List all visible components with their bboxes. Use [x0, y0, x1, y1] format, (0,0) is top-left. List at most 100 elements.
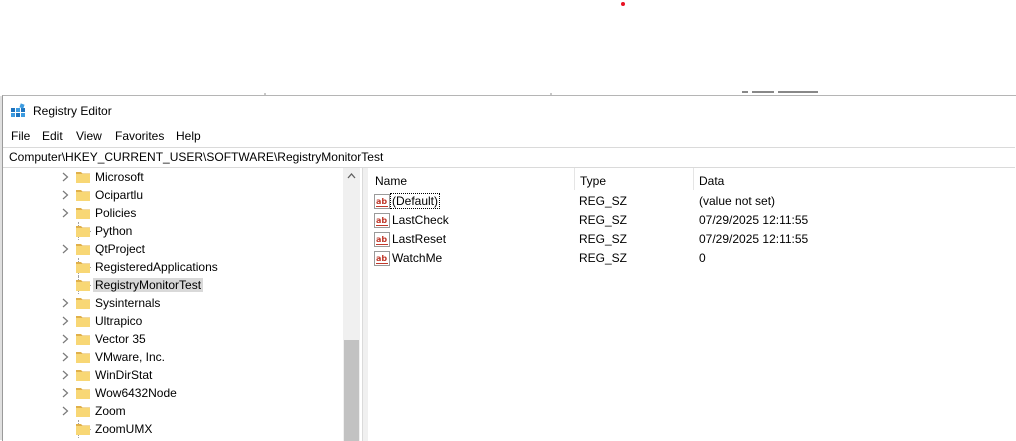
folder-icon [76, 406, 90, 417]
folder-icon [76, 424, 90, 435]
menu-help[interactable]: Help [176, 129, 201, 143]
address-path[interactable]: Computer\HKEY_CURRENT_USER\SOFTWARE\Regi… [9, 150, 383, 164]
column-header-type[interactable]: Type [574, 168, 693, 190]
background-text-fragment [742, 91, 818, 93]
tree-item-label: Ultrapico [95, 314, 143, 328]
tree-item[interactable]: Zoom [3, 402, 343, 420]
tree-item[interactable]: ZoomUMX [3, 420, 343, 438]
column-header-name-label: Name [375, 174, 408, 188]
tree-item-label: Policies [95, 206, 137, 220]
tree-item-label: WinDirStat [95, 368, 153, 382]
column-header-data[interactable]: Data [693, 168, 1015, 190]
chevron-right-icon[interactable] [61, 208, 70, 218]
chevron-right-icon[interactable] [61, 316, 70, 326]
chevron-right-icon[interactable] [61, 370, 70, 380]
address-bar[interactable]: Computer\HKEY_CURRENT_USER\SOFTWARE\Regi… [3, 147, 1015, 168]
chevron-right-icon[interactable] [61, 190, 70, 200]
folder-icon [76, 208, 90, 219]
tree-item[interactable]: RegistryMonitorTest [3, 276, 343, 294]
value-type: REG_SZ [579, 251, 628, 265]
folder-icon [76, 370, 90, 381]
value-name: LastReset [392, 232, 447, 246]
value-name: LastCheck [392, 213, 449, 227]
value-row[interactable]: ab WatchMe REG_SZ 0 [369, 249, 1015, 268]
chevron-right-icon[interactable] [61, 298, 70, 308]
tree-item[interactable]: Vector 35 [3, 330, 343, 348]
folder-icon [76, 172, 90, 183]
tree-item[interactable]: Microsoft [3, 168, 343, 186]
folder-icon [76, 352, 90, 363]
background-window-fragment [742, 84, 832, 94]
folder-icon [76, 388, 90, 399]
folder-icon [76, 262, 90, 273]
menu-edit[interactable]: Edit [42, 129, 63, 143]
svg-text:ab: ab [376, 235, 387, 244]
values-list-pane[interactable]: Name Type Data ab (Default) REG_SZ (value n… [369, 168, 1015, 441]
tree-item-label: RegistryMonitorTest [93, 278, 204, 292]
folder-icon [76, 280, 90, 291]
menu-view[interactable]: View [76, 129, 102, 143]
column-header-type-label: Type [580, 174, 607, 188]
tree-item-label: Wow6432Node [95, 386, 177, 400]
tree-item-label: RegisteredApplications [95, 260, 218, 274]
tree-item-label: VMware, Inc. [95, 350, 166, 364]
registry-editor-window: Registry Editor File Edit View Favorites… [2, 95, 1016, 441]
chevron-right-icon[interactable] [61, 334, 70, 344]
string-value-icon: ab [374, 232, 390, 247]
folder-icon [76, 316, 90, 327]
menu-file[interactable]: File [11, 129, 30, 143]
menu-bar: File Edit View Favorites Help [3, 126, 1016, 146]
string-value-icon: ab [374, 194, 390, 209]
folder-icon [76, 244, 90, 255]
tree-item[interactable]: Wow6432Node [3, 384, 343, 402]
tree-item[interactable]: RegisteredApplications [3, 258, 343, 276]
column-header-data-label: Data [699, 174, 725, 188]
tree-item[interactable]: Ocipartlu [3, 186, 343, 204]
value-row[interactable]: ab LastCheck REG_SZ 07/29/2025 12:11:55 [369, 211, 1015, 230]
title-bar[interactable]: Registry Editor [3, 96, 1016, 126]
tree-item-label: QtProject [95, 242, 146, 256]
tree-item-label: Vector 35 [95, 332, 146, 346]
tree-item[interactable]: Policies [3, 204, 343, 222]
chevron-right-icon[interactable] [61, 352, 70, 362]
folder-icon [76, 334, 90, 345]
value-data: 0 [699, 251, 706, 265]
tree-item[interactable]: QtProject [3, 240, 343, 258]
chevron-right-icon[interactable] [61, 388, 70, 398]
column-header-name[interactable]: Name [369, 168, 574, 190]
chevron-right-icon[interactable] [61, 406, 70, 416]
folder-icon [76, 226, 90, 237]
string-value-icon: ab [374, 251, 390, 266]
chevron-right-icon[interactable] [61, 244, 70, 254]
value-type: REG_SZ [579, 232, 628, 246]
registry-editor-icon [11, 103, 25, 117]
value-data: (value not set) [699, 194, 776, 208]
svg-text:ab: ab [376, 197, 387, 206]
tree-scrollbar-thumb[interactable] [344, 340, 359, 441]
menu-favorites[interactable]: Favorites [115, 129, 164, 143]
string-value-icon: ab [374, 213, 390, 228]
scroll-up-arrow-icon[interactable] [347, 172, 356, 179]
value-row[interactable]: ab (Default) REG_SZ (value not set) [369, 192, 1015, 211]
tree-item-label: Microsoft [95, 170, 144, 184]
value-name: WatchMe [392, 251, 443, 265]
tree-item-label: Python [95, 224, 133, 238]
tree-item[interactable]: VMware, Inc. [3, 348, 343, 366]
tree-item[interactable]: Python [3, 222, 343, 240]
pane-splitter[interactable] [362, 168, 368, 441]
value-data: 07/29/2025 12:11:55 [699, 213, 809, 227]
tree-item-label: Ocipartlu [95, 188, 144, 202]
value-name: (Default) [389, 193, 441, 209]
folder-icon [76, 190, 90, 201]
value-type: REG_SZ [579, 194, 628, 208]
window-title: Registry Editor [33, 104, 112, 118]
value-data: 07/29/2025 12:11:55 [699, 232, 809, 246]
value-type: REG_SZ [579, 213, 628, 227]
tree-item[interactable]: WinDirStat [3, 366, 343, 384]
tree-scrollbar[interactable] [343, 168, 360, 441]
tree-item[interactable]: Ultrapico [3, 312, 343, 330]
value-row[interactable]: ab LastReset REG_SZ 07/29/2025 12:11:55 [369, 230, 1015, 249]
chevron-right-icon[interactable] [61, 172, 70, 182]
tree-item[interactable]: Sysinternals [3, 294, 343, 312]
key-tree-pane[interactable]: Microsoft Ocipartlu Policies Python QtProjec… [3, 168, 363, 441]
